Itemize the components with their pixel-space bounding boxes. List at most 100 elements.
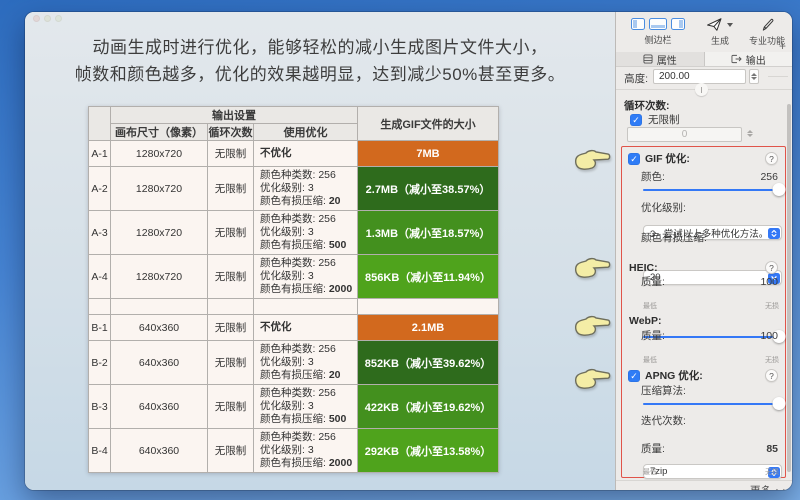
main-content: 动画生成时进行优化，能够轻松的减小生成图片文件大小， 帧数和颜色越多，优化的效果… [25,12,615,490]
properties-icon [643,54,653,64]
canvas-size-cell: 1280x720 [111,167,208,211]
table-row: B-1640x360无限制不优化2.1MB [89,315,499,341]
webp-max-label: 无损 [765,355,779,365]
sidebar-toggle-group: 侧边栏 [628,18,688,46]
gif-help-icon[interactable]: ? [765,152,778,165]
loop-count-cell: 无限制 [208,167,254,211]
zoom-window-icon[interactable] [55,15,62,22]
gif-lossy-label: 颜色有损压缩: [641,230,707,245]
canvas-size-cell: 640x360 [111,429,208,473]
loop-count-cell: 无限制 [208,385,254,429]
optimization-cell: 颜色种类数: 256优化级别: 3颜色有损压缩: 500 [254,385,358,429]
loop-value-field[interactable]: 0 [627,127,742,142]
file-size-cell: 2.7MB（减小至38.57%） [358,167,499,211]
row-id-cell: A-4 [89,255,111,299]
tab-properties-label: 属性 [657,52,677,67]
add-button[interactable]: + [779,39,786,53]
file-size-cell: 7MB [358,141,499,167]
height-label: 高度: [624,71,648,86]
section-resize-handle[interactable] [695,83,708,96]
file-size-cell: 1.3MB（减小至18.57%） [358,211,499,255]
gif-color-value: 256 [760,171,778,183]
loop-count-label: 循环次数: [624,98,670,113]
optimization-cell: 颜色种类数: 256优化级别: 3颜色有损压缩: 20 [254,341,358,385]
unlimited-label: 无限制 [648,112,680,127]
height-field[interactable]: 200.00 [653,69,746,84]
row-id-cell: A-2 [89,167,111,211]
gif-level-label: 优化级别: [641,200,686,215]
header-canvas-size: 画布尺寸（像素） [111,124,208,141]
table-row: A-41280x720无限制颜色种类数: 256优化级别: 3颜色有损压缩: 2… [89,255,499,299]
canvas-size-cell: 640x360 [111,315,208,341]
header-output-settings: 输出设置 [111,107,358,124]
minimize-window-icon[interactable] [44,15,51,22]
heic-min-label: 最低 [643,301,657,311]
tab-output[interactable]: 输出 [705,52,793,66]
header-loop-count: 循环次数 [208,124,254,141]
apng-help-icon[interactable]: ? [765,369,778,382]
apng-quality-value: 85 [766,443,778,455]
more-button[interactable]: 更多 [750,483,782,490]
unlimited-checkbox[interactable] [630,114,642,126]
file-size-cell: 292KB（减小至13.58%） [358,429,499,473]
loop-stepper[interactable] [747,130,753,137]
chevron-down-icon [776,485,784,490]
gif-optimize-checkbox[interactable] [628,153,640,165]
apng-min-label: 最低 [643,467,657,477]
webp-quality-slider[interactable] [643,397,779,410]
table-row: B-2640x360无限制颜色种类数: 256优化级别: 3颜色有损压缩: 20… [89,341,499,385]
pointing-hand-icon [572,365,612,393]
apng-quality-label: 质量: [641,441,665,456]
apng-algo-label: 压缩算法: [641,383,686,398]
loop-count-cell: 无限制 [208,429,254,473]
webp-quality-value: 100 [760,330,778,342]
webp-quality-label: 质量: [641,328,665,343]
canvas-size-cell: 640x360 [111,385,208,429]
gif-color-slider[interactable] [643,183,779,196]
row-id-cell: A-3 [89,211,111,255]
inspector-scrollbar[interactable] [787,104,791,472]
loop-value: 0 [682,129,688,140]
spacer-cell [208,299,254,315]
header-optimization: 使用优化 [254,124,358,141]
table-row: A-31280x720无限制颜色种类数: 256优化级别: 3颜色有损压缩: 5… [89,211,499,255]
loop-count-cell: 无限制 [208,315,254,341]
header-gif-size: 生成GIF文件的大小 [358,107,499,141]
footer-divider [616,480,792,481]
file-size-cell: 856KB（减小至11.94%） [358,255,499,299]
heic-quality-value: 100 [760,276,778,288]
height-slider-stub [768,76,788,77]
right-sidebar-toggle-icon[interactable] [671,18,685,30]
popup-updown-icon [768,228,780,239]
spacer-cell [358,299,499,315]
spacer-cell [89,299,111,315]
file-size-cell: 852KB（减小至39.62%） [358,341,499,385]
app-window: 动画生成时进行优化，能够轻松的减小生成图片文件大小， 帧数和颜色越多，优化的效果… [25,12,792,490]
bottom-bar-toggle-icon[interactable] [649,18,667,30]
row-id-cell: A-1 [89,141,111,167]
pointing-hand-icon [572,146,612,174]
row-id-cell: B-3 [89,385,111,429]
canvas-size-cell: 1280x720 [111,255,208,299]
generate-button[interactable]: 生成 [700,18,740,47]
generate-label: 生成 [700,34,740,47]
generate-dropdown-icon[interactable] [727,23,733,27]
headline-line-2: 帧数和颜色越多，优化的效果越明显，达到减少50%甚至更多。 [25,61,615,88]
spacer-cell [111,299,208,315]
more-label: 更多 [750,483,771,490]
comparison-table: 输出设置 生成GIF文件的大小 画布尺寸（像素） 循环次数 使用优化 A-112… [88,106,499,473]
row-id-cell: B-4 [89,429,111,473]
left-sidebar-toggle-icon[interactable] [631,18,645,30]
height-stepper[interactable] [749,69,759,84]
row-id-cell: B-1 [89,315,111,341]
gif-optimize-title: GIF 优化: [645,151,690,166]
optimization-cell: 颜色种类数: 256优化级别: 3颜色有损压缩: 20 [254,167,358,211]
webp-title: WebP: [629,315,661,327]
apng-optimize-checkbox[interactable] [628,370,640,382]
heic-help-icon[interactable]: ? [765,261,778,274]
close-window-icon[interactable] [33,15,40,22]
pointing-hand-icon [572,254,612,282]
tab-properties[interactable]: 属性 [616,52,705,66]
headline: 动画生成时进行优化，能够轻松的减小生成图片文件大小， 帧数和颜色越多，优化的效果… [25,34,615,88]
heic-max-label: 无损 [765,301,779,311]
